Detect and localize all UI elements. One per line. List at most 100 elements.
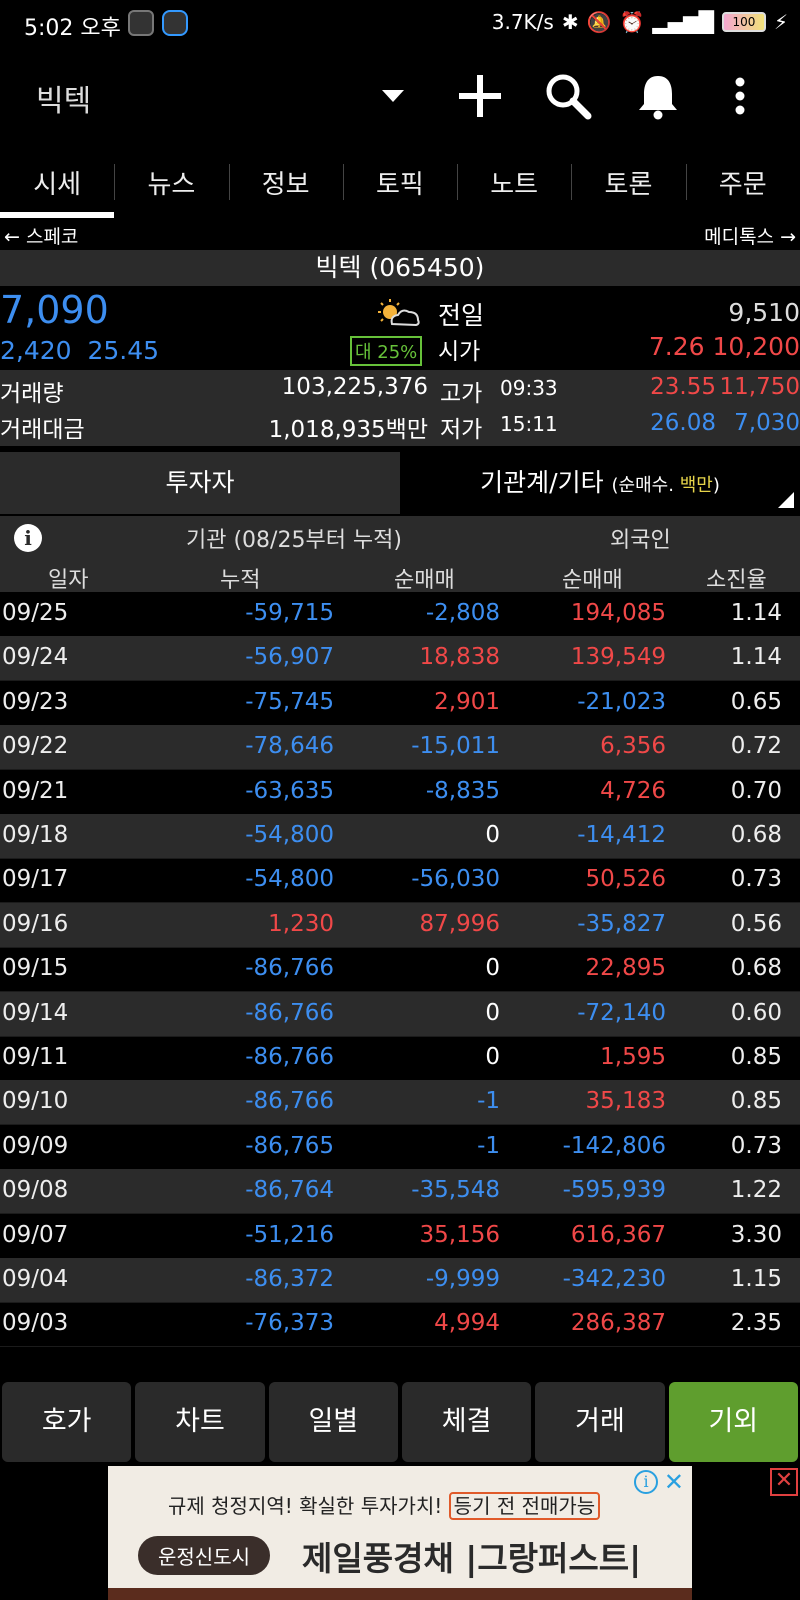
row-inst-net: -56,030 <box>411 866 500 893</box>
tab-info[interactable]: 정보 <box>228 152 343 218</box>
ad-banner[interactable]: 규제 청정지역! 확실한 투자가치! 등기 전 전매가능 운정신도시 제일풍경채… <box>108 1466 692 1600</box>
row-foreign-net: 194,085 <box>570 600 666 626</box>
status-time: 5:02 오후 <box>24 16 121 41</box>
ad-info-icon[interactable]: i <box>634 1470 658 1494</box>
tab-institution-label: 기관계/기타 <box>480 468 604 497</box>
main-tabs: 시세 뉴스 정보 토픽 노트 토론 주문 <box>0 152 800 218</box>
low-price: 7,030 <box>734 410 800 436</box>
volume-label: 거래량 <box>0 381 64 407</box>
ad-highlight: 등기 전 전매가능 <box>448 1492 601 1520</box>
header-institution-group: 기관 (08/25부터 누적) <box>186 528 402 553</box>
row-date: 09/24 <box>2 644 69 671</box>
table-row[interactable]: 09/23 -75,745 2,901 -21,023 0.65 <box>0 681 800 726</box>
row-date: 09/21 <box>2 777 69 804</box>
table-row[interactable]: 09/24 -56,907 18,838 139,549 1.14 <box>0 636 800 682</box>
change-percent: 25.45 <box>87 336 160 365</box>
close-ad-icon[interactable]: ✕ <box>770 1468 798 1496</box>
table-row[interactable]: 09/21 -63,635 -8,835 4,726 0.70 <box>0 770 800 815</box>
alarm-icon: ⏰ <box>619 10 645 34</box>
open-percent: 7.26 <box>648 332 705 361</box>
ad-brand: 제일풍경채 |그랑퍼스트| <box>302 1539 642 1578</box>
row-foreign-net: 139,549 <box>570 644 666 671</box>
row-cumulative: -86,766 <box>245 955 334 982</box>
orderbook-button[interactable]: 호가 <box>2 1382 132 1462</box>
tab-quote[interactable]: 시세 <box>0 152 114 218</box>
row-date: 09/09 <box>2 1132 69 1159</box>
ratio-badge: 대 25% <box>350 336 423 366</box>
row-foreign-net: 616,367 <box>570 1221 666 1248</box>
header-foreign-net: 순매매 <box>562 568 623 593</box>
active-tab-indicator <box>0 212 114 218</box>
unit-suffix: ) <box>712 475 720 496</box>
prev-stock-link[interactable]: ← 스페코 <box>4 222 78 249</box>
tab-institution-other[interactable]: 기관계/기타 (순매수. 백만) <box>400 452 800 514</box>
open-label: 시가 <box>438 339 481 365</box>
row-cumulative: -86,372 <box>245 1266 334 1292</box>
table-row[interactable]: 09/04 -86,372 -9,999 -342,230 1.15 <box>0 1258 800 1303</box>
row-inst-net: -9,999 <box>425 1266 500 1292</box>
plus-icon[interactable] <box>454 70 506 122</box>
row-foreign-net: -72,140 <box>577 999 666 1026</box>
ad-dismiss-icon[interactable]: ✕ <box>664 1468 684 1496</box>
table-row[interactable]: 09/17 -54,800 -56,030 50,526 0.73 <box>0 858 800 904</box>
tab-news[interactable]: 뉴스 <box>114 152 228 218</box>
inst-foreign-button[interactable]: 기외 <box>668 1382 798 1462</box>
tab-investor[interactable]: 투자자 <box>0 452 400 514</box>
chart-button[interactable]: 차트 <box>135 1382 265 1462</box>
row-date: 09/25 <box>2 600 69 626</box>
row-exhaustion-rate: 0.70 <box>730 777 782 804</box>
tab-order[interactable]: 주문 <box>685 152 800 218</box>
change-amount: 2,420 <box>0 336 72 365</box>
row-cumulative: -54,800 <box>245 866 334 893</box>
table-row[interactable]: 09/16 1,230 87,996 -35,827 0.56 <box>0 902 800 948</box>
table-row[interactable]: 09/22 -78,646 -15,011 6,356 0.72 <box>0 725 800 771</box>
high-time: 09:33 <box>500 376 558 400</box>
stock-title[interactable]: 빅텍 <box>36 76 91 120</box>
info-icon[interactable]: i <box>14 524 42 552</box>
table-row[interactable]: 09/03 -76,373 4,994 286,387 2.35 <box>0 1302 800 1348</box>
table-row[interactable]: 09/09 -86,765 -1 -142,806 0.73 <box>0 1125 800 1170</box>
row-cumulative: -86,766 <box>245 1044 334 1070</box>
row-foreign-net: -35,827 <box>577 910 666 937</box>
low-label: 저가 <box>440 417 483 443</box>
price-change: 2,420 25.45 <box>0 336 159 365</box>
price-summary: 7,090 2,420 25.45 대 25% 전일 시가 9,510 7.26… <box>0 286 800 368</box>
tab-discussion[interactable]: 토론 <box>571 152 685 218</box>
bottom-button-bar: 호가 차트 일별 체결 거래 기외 <box>0 1382 800 1464</box>
table-row[interactable]: 09/18 -54,800 0 -14,412 0.68 <box>0 814 800 859</box>
row-foreign-net: 4,726 <box>600 777 666 804</box>
table-row[interactable]: 09/08 -86,764 -35,548 -595,939 1.22 <box>0 1169 800 1215</box>
current-price: 7,090 <box>0 288 109 332</box>
table-row[interactable]: 09/10 -86,766 -1 35,183 0.85 <box>0 1080 800 1126</box>
table-row[interactable]: 09/25 -59,715 -2,808 194,085 1.14 <box>0 592 800 637</box>
app-notification-icon <box>128 10 154 36</box>
table-row[interactable]: 09/15 -86,766 0 22,895 0.68 <box>0 947 800 993</box>
investor-table[interactable]: 09/25 -59,715 -2,808 194,085 1.14 09/24 -56,90… <box>0 592 800 1380</box>
row-foreign-net: 22,895 <box>585 955 666 982</box>
daily-button[interactable]: 일별 <box>268 1382 398 1462</box>
row-exhaustion-rate: 0.68 <box>730 955 782 982</box>
open-price: 7.26 10,200 <box>649 332 800 361</box>
table-row[interactable]: 09/14 -86,766 0 -72,140 0.60 <box>0 991 800 1037</box>
search-icon[interactable] <box>542 70 594 122</box>
more-icon[interactable] <box>714 70 766 122</box>
trades-button[interactable]: 체결 <box>401 1382 532 1462</box>
high-price: 11,750 <box>719 374 800 400</box>
row-inst-net: 0 <box>485 1044 500 1070</box>
row-exhaustion-rate: 2.35 <box>730 1310 782 1337</box>
row-cumulative: -59,715 <box>245 600 334 626</box>
corner-triangle-icon <box>778 492 794 508</box>
high-label: 고가 <box>440 381 483 407</box>
next-stock-link[interactable]: 메디톡스 → <box>704 222 796 249</box>
tab-topic[interactable]: 토픽 <box>342 152 457 218</box>
tab-note[interactable]: 노트 <box>457 152 571 218</box>
row-inst-net: 87,996 <box>419 910 500 937</box>
table-row[interactable]: 09/11 -86,766 0 1,595 0.85 <box>0 1036 800 1081</box>
bell-icon[interactable] <box>632 70 684 122</box>
row-exhaustion-rate: 0.56 <box>730 910 782 937</box>
ad-footer-strip <box>108 1588 692 1600</box>
header-cumulative: 누적 <box>220 568 261 593</box>
dropdown-icon[interactable] <box>382 90 404 102</box>
broker-button[interactable]: 거래 <box>535 1382 665 1462</box>
table-row[interactable]: 09/07 -51,216 35,156 616,367 3.30 <box>0 1214 800 1259</box>
